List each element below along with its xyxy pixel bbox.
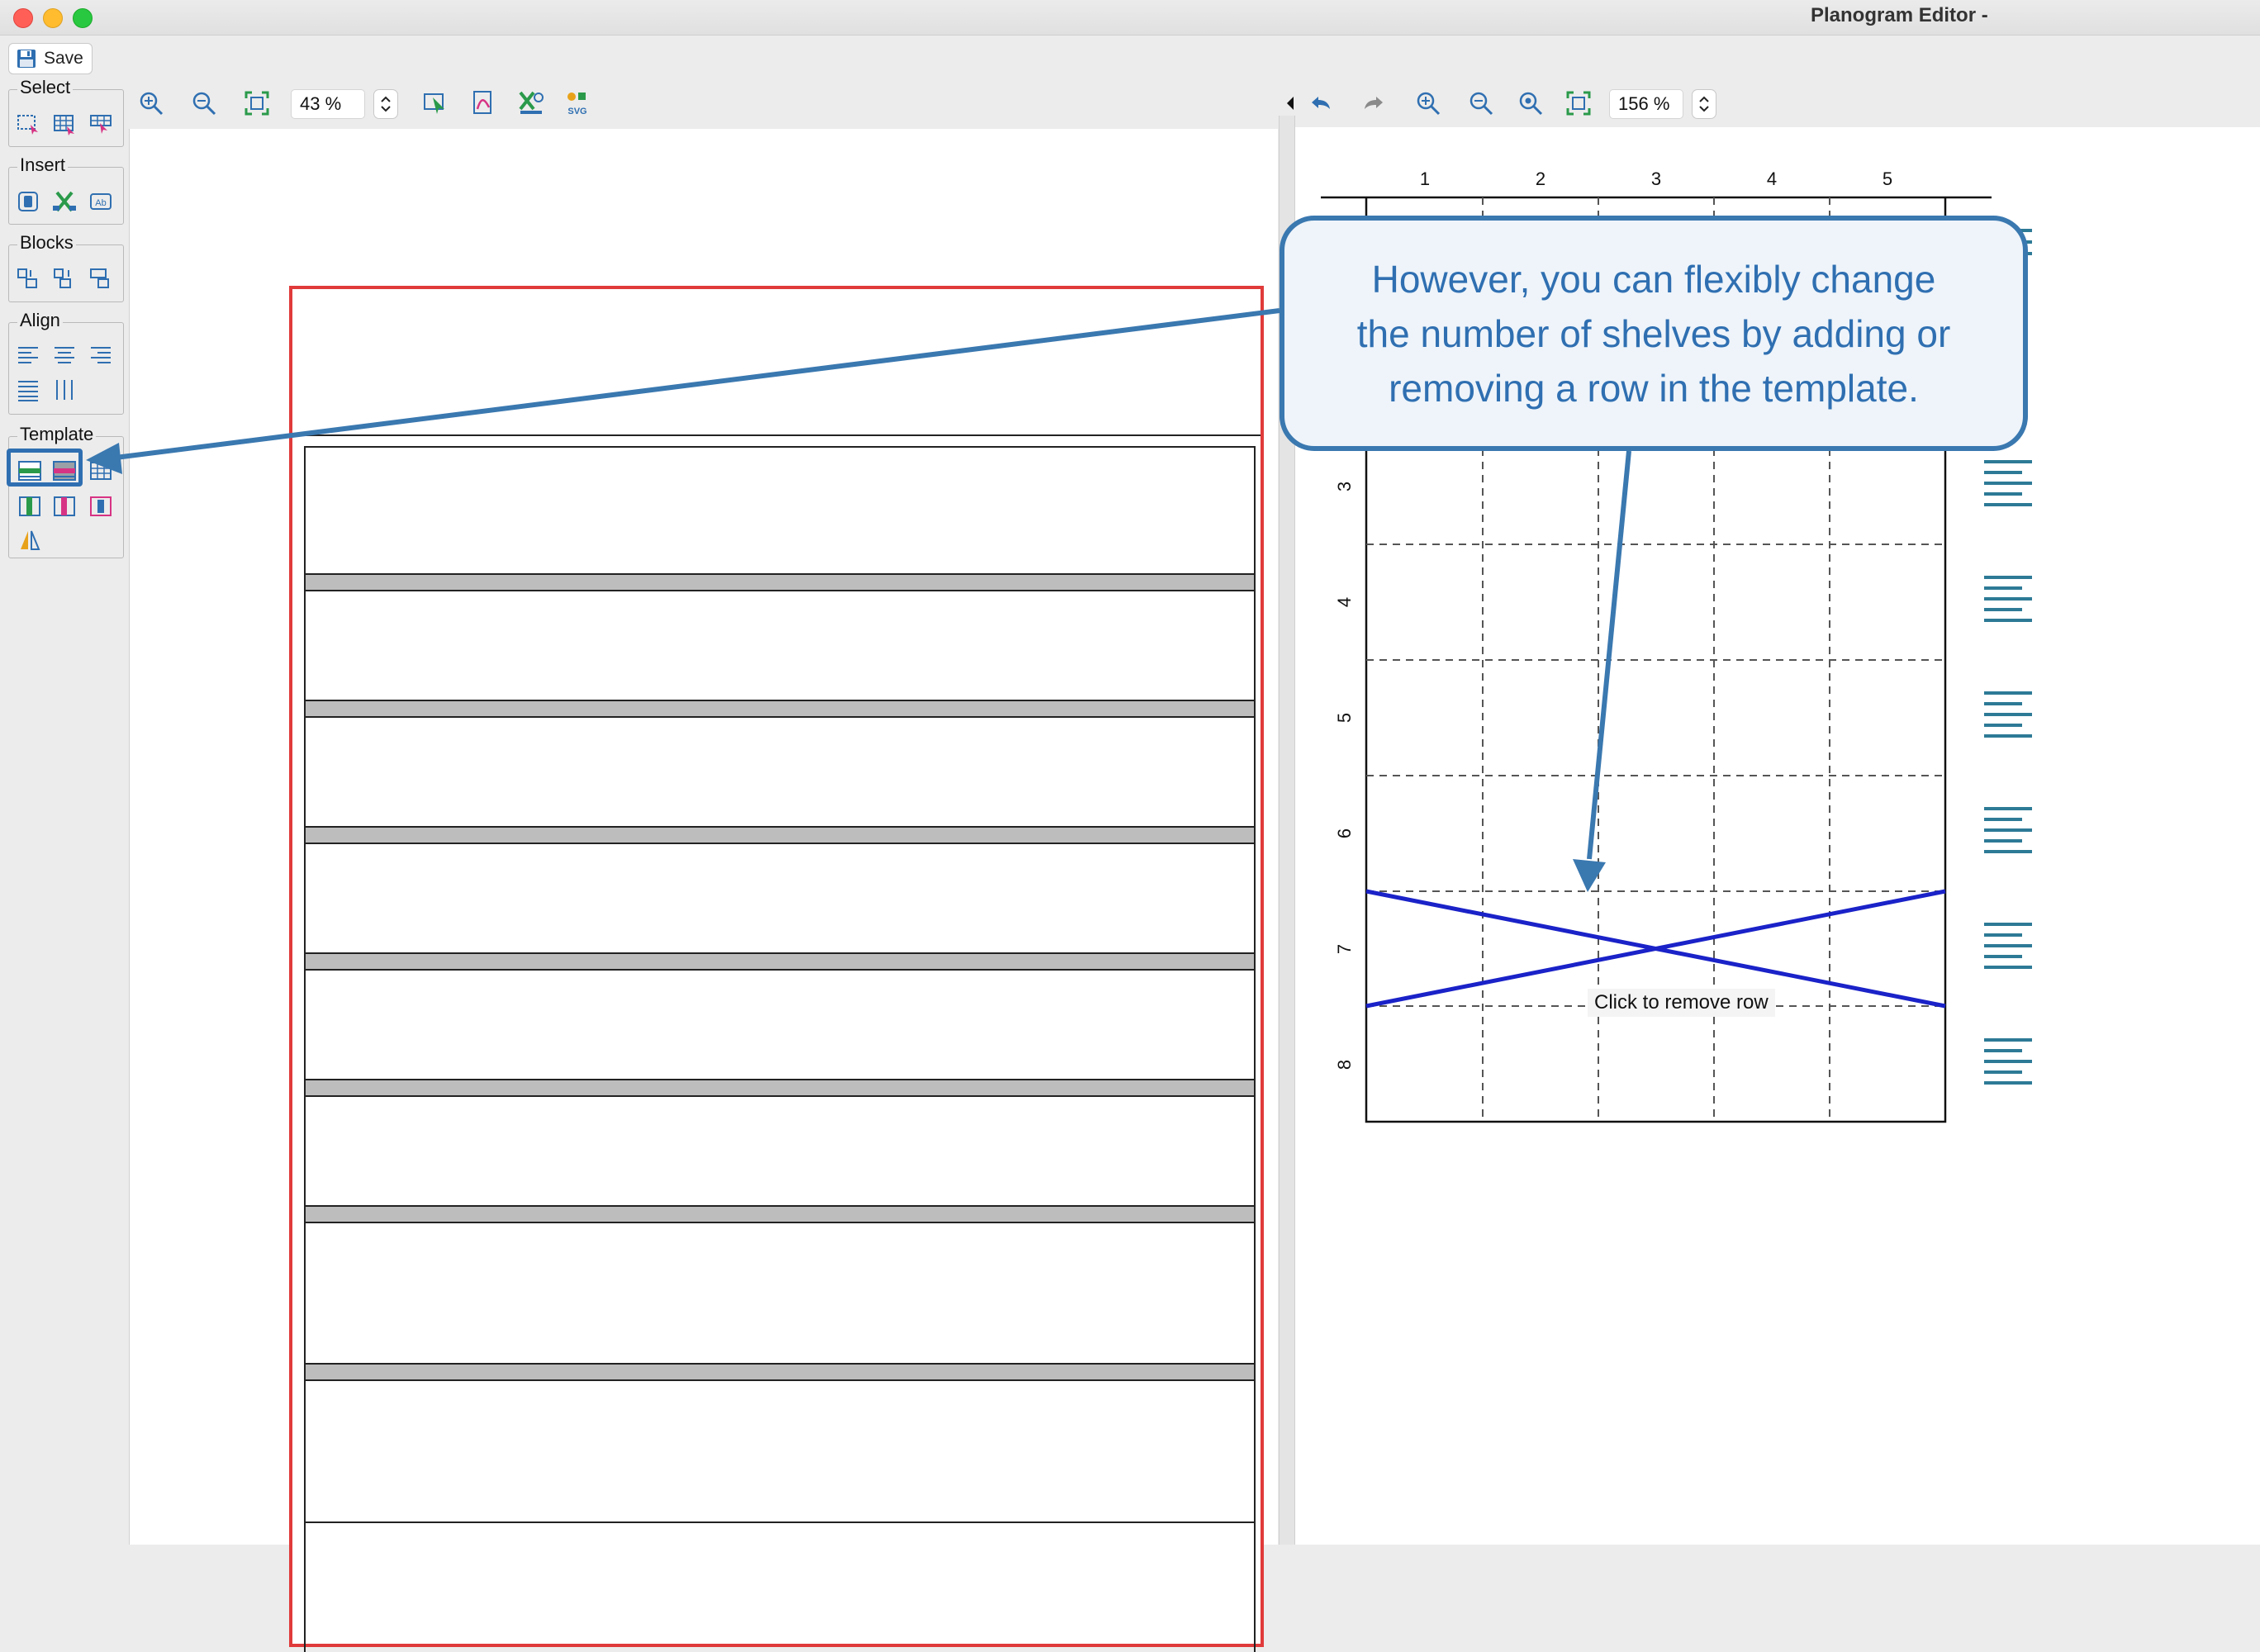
row-align-icon[interactable] [1984, 691, 2032, 738]
template-table-icon[interactable] [88, 458, 113, 483]
block-right-icon[interactable] [88, 267, 113, 292]
window-title: Planogram Editor - [1811, 4, 1988, 26]
select-group-label: Select [17, 77, 74, 98]
remove-template-column-icon[interactable] [52, 493, 77, 518]
column-label: 3 [1651, 169, 1661, 189]
align-vertical-icon[interactable] [52, 377, 77, 402]
window-title-bar: Planogram Editor - [0, 0, 2260, 36]
export-excel-icon[interactable] [517, 89, 545, 117]
planogram-header-area[interactable] [292, 289, 1261, 436]
column-label: 1 [1420, 169, 1430, 189]
fit-to-page-icon[interactable] [243, 89, 271, 117]
row-label: 8 [1334, 1060, 1355, 1070]
column-label: 4 [1767, 169, 1777, 189]
column-label: 2 [1536, 169, 1545, 189]
insert-group-label: Insert [17, 154, 69, 176]
align-right-icon[interactable] [88, 343, 113, 368]
save-button-label: Save [44, 49, 83, 68]
row-label: 7 [1334, 944, 1355, 954]
grid-select-icon[interactable] [52, 112, 77, 136]
align-group-label: Align [17, 310, 63, 331]
redo-icon[interactable] [1360, 89, 1388, 117]
shelf[interactable] [306, 826, 1254, 844]
left-zoom-field[interactable]: 43 % [291, 89, 365, 119]
mirror-template-icon[interactable] [17, 528, 42, 553]
row-label: 3 [1334, 482, 1355, 491]
zoom-out-icon[interactable] [190, 89, 218, 117]
block-center-icon[interactable] [52, 267, 77, 292]
shelf[interactable] [306, 1205, 1254, 1223]
select-pointer-icon[interactable] [421, 89, 449, 117]
planogram-canvas[interactable] [129, 129, 1278, 1652]
shelf[interactable] [306, 1079, 1254, 1097]
right-fit-to-page-icon[interactable] [1564, 89, 1593, 117]
right-zoom-out-icon[interactable] [1467, 89, 1495, 117]
insert-text-icon[interactable]: Ab [88, 189, 113, 214]
zoom-actual-size-icon[interactable] [1517, 89, 1545, 117]
block-left-icon[interactable] [16, 267, 40, 292]
right-zoom-in-icon[interactable] [1414, 89, 1442, 117]
insert-group: Insert Ab [8, 154, 124, 225]
insert-barcode-icon[interactable] [52, 189, 77, 214]
insert-product-icon[interactable] [16, 189, 40, 214]
rectangle-select-icon[interactable] [16, 112, 40, 136]
shelf[interactable] [306, 952, 1254, 971]
add-template-column-icon[interactable] [17, 493, 42, 518]
template-row-button-highlight [7, 449, 83, 487]
planogram-page[interactable] [289, 286, 1264, 1652]
align-left-icon[interactable] [16, 343, 40, 368]
template-settings-icon[interactable] [88, 493, 113, 518]
svg-text:Ab: Ab [95, 198, 106, 208]
row-label: 5 [1334, 713, 1355, 723]
row-align-icon[interactable] [1984, 1038, 2032, 1085]
table-select-icon[interactable] [88, 112, 113, 136]
callout-line: removing a row in the template. [1389, 367, 1919, 410]
row-align-icon[interactable] [1984, 576, 2032, 622]
column-label: 5 [1883, 169, 1892, 189]
template-group-label: Template [17, 424, 97, 445]
shelf[interactable] [306, 1363, 1254, 1381]
export-svg-icon[interactable]: SVG [563, 89, 591, 117]
minimize-window-button[interactable] [43, 8, 63, 28]
right-zoom-stepper[interactable] [1692, 89, 1716, 119]
floppy-disk-icon [17, 50, 36, 68]
align-justify-icon[interactable] [16, 377, 40, 402]
shelf[interactable] [306, 573, 1254, 591]
select-group: Select [8, 77, 124, 147]
row-label: 4 [1334, 597, 1355, 607]
row-align-icon[interactable] [1984, 460, 2032, 506]
zoom-in-icon[interactable] [137, 89, 165, 117]
row-label: 6 [1334, 828, 1355, 838]
callout-text: However, you can flexibly change the num… [1301, 252, 2006, 415]
callout-line: However, you can flexibly change [1371, 258, 1936, 301]
remove-row-tooltip: Click to remove row [1588, 989, 1775, 1017]
collapse-left-icon[interactable] [1285, 94, 1297, 112]
left-zoom-stepper[interactable] [373, 89, 398, 119]
zoom-window-button[interactable] [73, 8, 93, 28]
right-zoom-field[interactable]: 156 % [1609, 89, 1683, 119]
undo-icon[interactable] [1307, 89, 1335, 117]
save-button[interactable]: Save [8, 43, 93, 74]
close-window-button[interactable] [13, 8, 33, 28]
svg-text:SVG: SVG [567, 107, 586, 116]
callout-line: the number of shelves by adding or [1356, 312, 1951, 355]
align-center-icon[interactable] [52, 343, 77, 368]
export-pdf-icon[interactable] [469, 89, 497, 117]
shelf[interactable] [306, 700, 1254, 718]
tutorial-callout: However, you can flexibly change the num… [1280, 216, 2028, 451]
tool-palette: Select Insert Ab Blocks Align Template [3, 77, 124, 1545]
align-group: Align [8, 310, 124, 415]
planogram-divider [306, 1521, 1254, 1523]
planogram-shelf-area [304, 446, 1256, 1652]
row-align-icon[interactable] [1984, 807, 2032, 853]
blocks-group-label: Blocks [17, 232, 76, 254]
row-align-icon[interactable] [1984, 923, 2032, 969]
blocks-group: Blocks [8, 232, 124, 302]
